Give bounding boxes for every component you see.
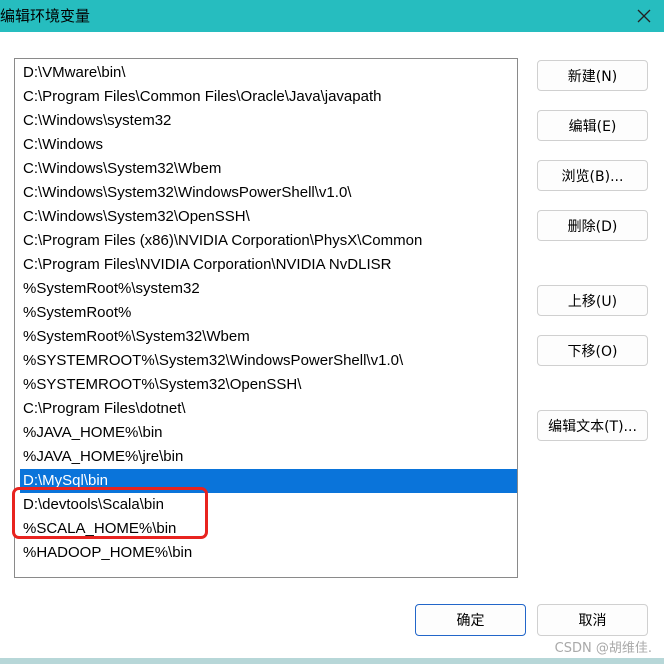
list-item[interactable]: C:\Windows\System32\OpenSSH\ [20, 205, 517, 229]
list-item[interactable]: C:\Windows\System32\WindowsPowerShell\v1… [20, 181, 517, 205]
list-item[interactable]: C:\Program Files\NVIDIA Corporation\NVID… [20, 253, 517, 277]
ok-button[interactable]: 确定 [415, 604, 526, 636]
close-button[interactable] [630, 2, 658, 30]
cancel-button[interactable]: 取消 [537, 604, 648, 636]
title-bar: 编辑环境变量 [0, 0, 664, 32]
move-up-button[interactable]: 上移(U) [537, 285, 648, 316]
edit-text-button[interactable]: 编辑文本(T)... [537, 410, 648, 441]
list-item[interactable]: C:\Windows\system32 [20, 109, 517, 133]
list-item[interactable]: C:\Program Files\Common Files\Oracle\Jav… [20, 85, 517, 109]
list-item[interactable]: %SYSTEMROOT%\System32\OpenSSH\ [20, 373, 517, 397]
list-item[interactable]: %SystemRoot%\System32\Wbem [20, 325, 517, 349]
list-item[interactable]: %JAVA_HOME%\jre\bin [20, 445, 517, 469]
list-item[interactable]: %SYSTEMROOT%\System32\WindowsPowerShell\… [20, 349, 517, 373]
list-item[interactable]: C:\Program Files\dotnet\ [20, 397, 517, 421]
watermark: CSDN @胡维佳. [554, 641, 652, 656]
list-item[interactable]: D:\devtools\Scala\bin [20, 493, 517, 517]
list-item[interactable]: %SystemRoot% [20, 301, 517, 325]
window-title: 编辑环境变量 [0, 7, 91, 25]
list-item[interactable]: C:\Windows\System32\Wbem [20, 157, 517, 181]
list-item[interactable]: C:\Windows [20, 133, 517, 157]
delete-button[interactable]: 删除(D) [537, 210, 648, 241]
new-button[interactable]: 新建(N) [537, 60, 648, 91]
bottom-strip [0, 658, 664, 664]
list-item[interactable]: D:\VMware\bin\ [20, 61, 517, 85]
list-item[interactable]: %SCALA_HOME%\bin [20, 517, 517, 541]
list-item-selected[interactable]: D:\MySql\bin [20, 469, 517, 493]
list-item[interactable]: %SystemRoot%\system32 [20, 277, 517, 301]
browse-button[interactable]: 浏览(B)... [537, 160, 648, 191]
list-item[interactable]: %HADOOP_HOME%\bin [20, 541, 517, 565]
list-item[interactable]: C:\Program Files (x86)\NVIDIA Corporatio… [20, 229, 517, 253]
close-icon [637, 9, 651, 23]
path-listbox[interactable]: D:\VMware\bin\ C:\Program Files\Common F… [14, 58, 518, 578]
edit-button[interactable]: 编辑(E) [537, 110, 648, 141]
move-down-button[interactable]: 下移(O) [537, 335, 648, 366]
list-item[interactable]: %JAVA_HOME%\bin [20, 421, 517, 445]
